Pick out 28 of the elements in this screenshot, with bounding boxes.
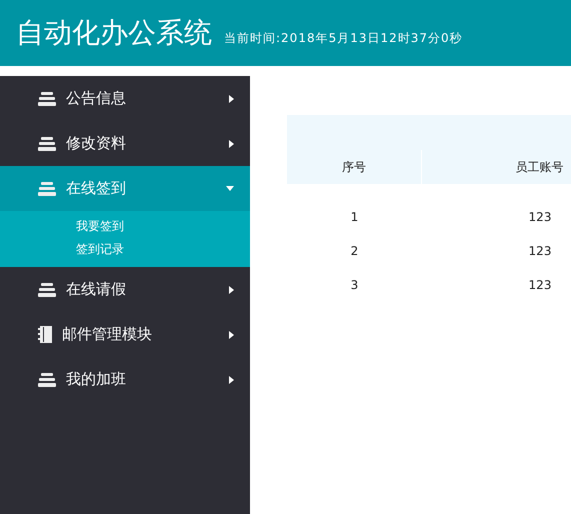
- caret-right-icon: [229, 376, 234, 384]
- caret-right-icon: [229, 94, 234, 102]
- table-cell-text: 2: [350, 243, 360, 260]
- notebook-icon: [38, 326, 52, 343]
- caret-right-icon: [229, 330, 234, 338]
- sidebar-item[interactable]: 在线请假: [0, 267, 250, 312]
- sidebar-item[interactable]: 公告信息: [0, 76, 250, 121]
- table-cell-text: 3: [350, 277, 360, 294]
- caret-down-icon: [226, 186, 234, 191]
- column-header: 序号: [287, 150, 422, 184]
- caret-right-icon: [229, 140, 234, 148]
- current-time: 当前时间:2018年5月13日12时37分0秒: [224, 30, 463, 46]
- app-title: 自动化办公系统: [16, 15, 212, 51]
- caret-right-icon: [229, 286, 234, 294]
- sidebar-item[interactable]: 我的加班: [0, 357, 250, 402]
- table-cell-text: 1: [350, 209, 360, 226]
- stack-icon: [38, 182, 56, 196]
- table-cell-text: 123: [528, 243, 552, 260]
- sidebar-item[interactable]: 邮件管理模块: [0, 312, 250, 357]
- stack-icon: [38, 92, 56, 106]
- sidebar-item[interactable]: 修改资料: [0, 121, 250, 166]
- column-header: 员工账号: [422, 150, 571, 184]
- sidebar-item[interactable]: 在线签到: [0, 166, 250, 211]
- stack-icon: [38, 282, 56, 296]
- stack-icon: [38, 372, 56, 386]
- table-cell-text: 123: [528, 209, 552, 226]
- stack-icon: [38, 136, 56, 150]
- table-cell-text: 123: [528, 277, 552, 294]
